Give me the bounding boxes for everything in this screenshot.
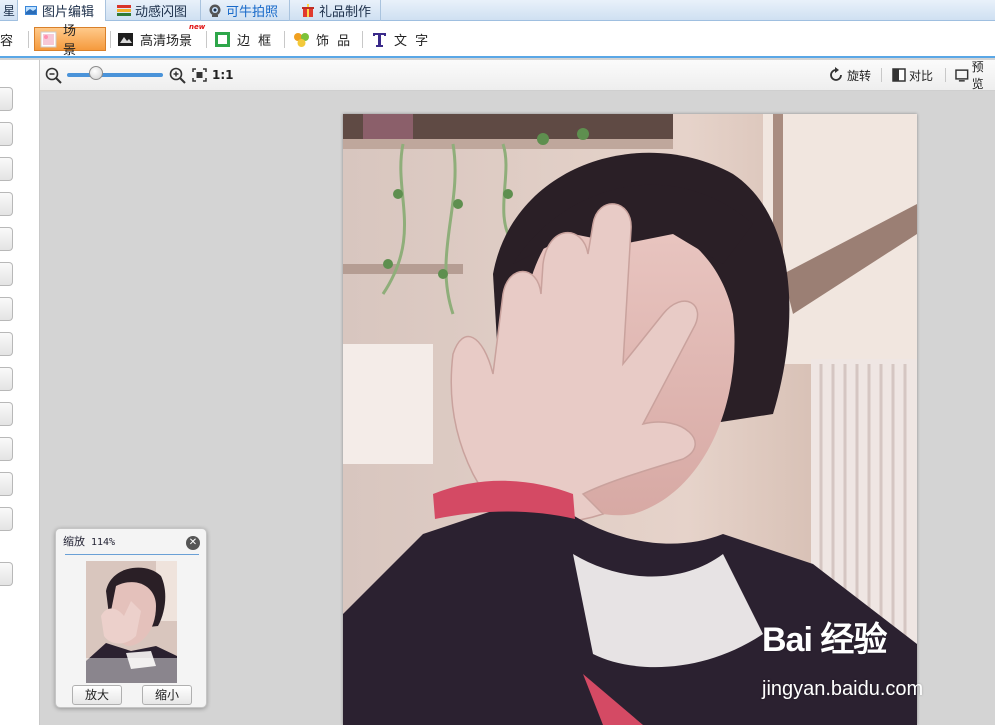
left-panel-button[interactable] — [0, 87, 13, 111]
compare-icon — [892, 68, 906, 82]
left-panel-button[interactable] — [0, 262, 13, 286]
toolbar-separator — [284, 31, 285, 48]
top-tab-bar: 星 图片编辑 动感闪图 可牛拍照 礼品制作 — [0, 0, 995, 21]
hd-scene-icon — [118, 32, 133, 46]
zoom-slider-thumb[interactable] — [88, 66, 103, 80]
zoom-toolbar: 1:1 旋转 对比 预览 — [40, 60, 995, 91]
tab-label: 动感闪图 — [135, 5, 188, 20]
left-panel-button[interactable] — [0, 157, 13, 181]
tab-label: 图片编辑 — [42, 5, 95, 20]
left-panel-button[interactable] — [0, 227, 13, 251]
tool-label: 饰 品 — [316, 33, 353, 49]
zoom-in-button[interactable]: 放大 — [72, 685, 122, 705]
navigator-thumbnail[interactable] — [86, 561, 177, 683]
zoom-in-icon[interactable] — [169, 67, 186, 84]
decoration-icon — [294, 32, 309, 47]
zoom-navigator-panel: 缩放 114% ✕ 放大 缩小 — [55, 528, 207, 708]
webcam-icon — [209, 4, 221, 17]
tab-label: 可牛拍照 — [226, 5, 279, 20]
tool-frame-button[interactable]: 边 框 — [214, 27, 273, 51]
text-icon — [373, 32, 386, 47]
tool-partial[interactable]: 容 — [0, 27, 15, 51]
navigator-zoom-value: 114% — [91, 537, 116, 548]
tab-webcam[interactable]: 可牛拍照 — [202, 0, 290, 21]
left-panel-button[interactable] — [0, 472, 13, 496]
tool-scene-button[interactable]: 场 景 — [34, 24, 106, 58]
frame-icon — [215, 31, 230, 47]
zoom-out-button[interactable]: 缩小 — [142, 685, 192, 705]
tab-partial-label: 星 — [3, 4, 16, 18]
tab-partial[interactable]: 星 — [0, 0, 18, 21]
rotate-icon — [830, 67, 842, 81]
tool-label: 场 景 — [62, 24, 78, 58]
close-icon[interactable]: ✕ — [186, 536, 200, 550]
navigator-divider — [65, 554, 199, 555]
left-panel — [0, 60, 40, 725]
zoombar-separator — [945, 68, 946, 82]
navigator-title: 缩放 114% — [63, 533, 115, 549]
zoombar-separator — [881, 68, 882, 82]
tab-photo-edit[interactable]: 图片编辑 — [18, 0, 106, 21]
tool-hd-scene-button[interactable]: 高清场景 new — [117, 23, 205, 51]
rotate-label: 旋转 — [847, 68, 872, 83]
zoom-slider-track[interactable] — [67, 73, 163, 77]
feature-toolbar: 容 场 景 高清场景 new 边 框 饰 品 文 字 — [0, 21, 995, 58]
zoom-out-icon[interactable] — [45, 67, 62, 84]
navigator-title-label: 缩放 — [63, 535, 85, 548]
tool-label: 文 字 — [394, 33, 431, 49]
thumbnail-image — [86, 561, 177, 683]
left-panel-button[interactable] — [0, 437, 13, 461]
toolbar-separator — [362, 31, 363, 48]
scene-icon — [40, 31, 57, 47]
toolbar-separator — [206, 31, 207, 48]
fit-screen-icon[interactable] — [192, 68, 207, 82]
tab-flash-image[interactable]: 动感闪图 — [111, 0, 201, 21]
left-panel-button[interactable] — [0, 507, 13, 531]
tool-label: 高清场景 — [140, 33, 193, 49]
photo-edit-icon — [25, 6, 37, 15]
preview-icon — [955, 69, 969, 82]
actual-size-label: 1:1 — [212, 68, 234, 82]
toolbar-separator — [28, 31, 29, 48]
watermark-logo: Bai 经验 — [762, 621, 887, 659]
watermark-url: jingyan.baidu.com — [762, 678, 924, 700]
tool-decoration-button[interactable]: 饰 品 — [293, 27, 352, 51]
tab-label: 礼品制作 — [319, 5, 372, 20]
tab-gift[interactable]: 礼品制作 — [295, 0, 381, 21]
left-panel-button[interactable] — [0, 192, 13, 216]
actual-size-button[interactable]: 1:1 — [212, 66, 234, 84]
flash-image-icon — [117, 5, 131, 16]
left-panel-button[interactable] — [0, 402, 13, 426]
preview-button[interactable]: 预览 — [955, 60, 995, 91]
left-panel-button[interactable] — [0, 332, 13, 356]
left-panel-button[interactable] — [0, 367, 13, 391]
rotate-button[interactable]: 旋转 — [828, 66, 871, 84]
preview-label: 预览 — [971, 60, 984, 91]
left-panel-button[interactable] — [0, 562, 13, 586]
compare-button[interactable]: 对比 — [892, 66, 933, 84]
gift-icon — [302, 4, 314, 17]
left-panel-button[interactable] — [0, 297, 13, 321]
tool-text-button[interactable]: 文 字 — [371, 27, 430, 51]
new-badge: new — [189, 23, 206, 31]
left-panel-button[interactable] — [0, 122, 13, 146]
compare-label: 对比 — [909, 68, 934, 83]
tool-label: 边 框 — [237, 33, 274, 49]
baidu-watermark: Bai 经验 jingyan.baidu.com — [762, 612, 923, 700]
toolbar-separator — [110, 31, 111, 48]
tool-partial-label: 容 — [0, 33, 16, 49]
